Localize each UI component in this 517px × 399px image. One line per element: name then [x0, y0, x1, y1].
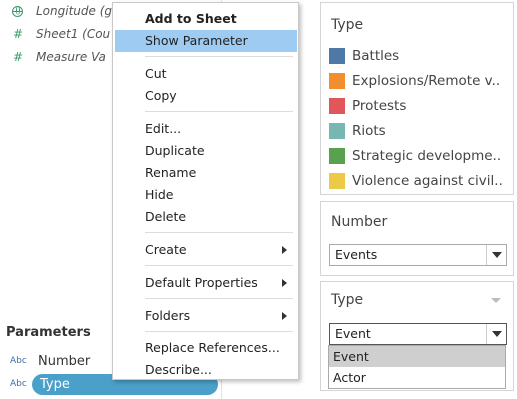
hash-icon: #: [12, 27, 24, 41]
number-parameter-card: Number Events: [320, 201, 514, 276]
dropdown-option-actor[interactable]: Actor: [329, 367, 505, 388]
menu-describe[interactable]: Describe...: [115, 359, 297, 381]
chevron-down-icon[interactable]: [486, 324, 506, 344]
hash-icon: #: [12, 50, 24, 64]
dropdown-option-event[interactable]: Event: [329, 346, 505, 367]
type-parameter-select[interactable]: Event: [329, 323, 507, 345]
legend-item-explosions[interactable]: Explosions/Remote v..: [329, 70, 509, 92]
legend-item-strategic[interactable]: Strategic developme..: [329, 145, 509, 167]
menu-rename[interactable]: Rename: [115, 162, 297, 184]
number-parameter-select[interactable]: Events: [329, 244, 507, 266]
legend-label: Riots: [352, 123, 386, 139]
field-label: Longitude (g: [36, 4, 113, 18]
legend-label: Violence against civil..: [352, 173, 503, 189]
menu-cut[interactable]: Cut: [115, 63, 297, 85]
field-label: Measure Va: [36, 50, 106, 64]
menu-show-parameter[interactable]: Show Parameter: [115, 30, 297, 52]
menu-create[interactable]: Create: [115, 239, 297, 261]
submenu-arrow-icon: [282, 312, 287, 320]
legend-label: Strategic developme..: [352, 148, 502, 164]
legend-item-battles[interactable]: Battles: [329, 45, 509, 67]
menu-duplicate[interactable]: Duplicate: [115, 140, 297, 162]
legend-item-riots[interactable]: Riots: [329, 120, 509, 142]
color-swatch: [329, 123, 345, 139]
legend-item-violence[interactable]: Violence against civil..: [329, 170, 509, 192]
parameters-header: Parameters: [6, 325, 91, 340]
menu-replace-references[interactable]: Replace References...: [115, 337, 297, 359]
menu-default-properties-label: Default Properties: [145, 275, 258, 290]
color-swatch: [329, 73, 345, 89]
menu-folders[interactable]: Folders: [115, 305, 297, 327]
menu-separator: [145, 331, 293, 332]
menu-add-to-sheet[interactable]: Add to Sheet: [115, 8, 297, 30]
field-longitude[interactable]: Longitude (g: [0, 0, 112, 22]
select-value: Event: [335, 326, 371, 341]
field-sheet1-count[interactable]: # Sheet1 (Cou: [0, 23, 110, 45]
string-type-icon: Abc: [10, 379, 27, 389]
color-swatch: [329, 173, 345, 189]
menu-separator: [145, 265, 293, 266]
card-menu-chevron-icon[interactable]: [491, 298, 501, 303]
legend-item-protests[interactable]: Protests: [329, 95, 509, 117]
legend-label: Protests: [352, 98, 407, 114]
menu-default-properties[interactable]: Default Properties: [115, 272, 297, 294]
type-parameter-title: Type: [331, 292, 364, 308]
color-swatch: [329, 148, 345, 164]
menu-separator: [145, 111, 293, 112]
menu-hide[interactable]: Hide: [115, 184, 297, 206]
menu-separator: [145, 232, 293, 233]
submenu-arrow-icon: [282, 279, 287, 287]
string-type-icon: Abc: [10, 356, 27, 366]
menu-separator: [145, 56, 293, 57]
chevron-down-icon[interactable]: [486, 245, 506, 265]
number-parameter-title: Number: [331, 214, 388, 230]
menu-create-label: Create: [145, 242, 187, 257]
context-menu: Add to Sheet Show Parameter Cut Copy Edi…: [112, 2, 299, 380]
legend-label: Explosions/Remote v..: [352, 73, 501, 89]
color-legend-card: Type Battles Explosions/Remote v.. Prote…: [320, 2, 514, 195]
field-measure-values[interactable]: # Measure Va: [0, 46, 106, 68]
submenu-arrow-icon: [282, 246, 287, 254]
select-value: Events: [335, 247, 378, 262]
type-dropdown-list: Event Actor: [328, 345, 506, 389]
menu-separator: [145, 298, 293, 299]
parameter-label: Number: [38, 353, 91, 369]
field-label: Sheet1 (Cou: [36, 27, 111, 41]
menu-copy[interactable]: Copy: [115, 85, 297, 107]
legend-title: Type: [331, 17, 364, 33]
legend-label: Battles: [352, 48, 400, 64]
globe-icon: [12, 5, 23, 17]
color-swatch: [329, 98, 345, 114]
menu-delete[interactable]: Delete: [115, 206, 297, 228]
menu-edit[interactable]: Edit...: [115, 118, 297, 140]
menu-folders-label: Folders: [145, 308, 191, 323]
color-swatch: [329, 48, 345, 64]
